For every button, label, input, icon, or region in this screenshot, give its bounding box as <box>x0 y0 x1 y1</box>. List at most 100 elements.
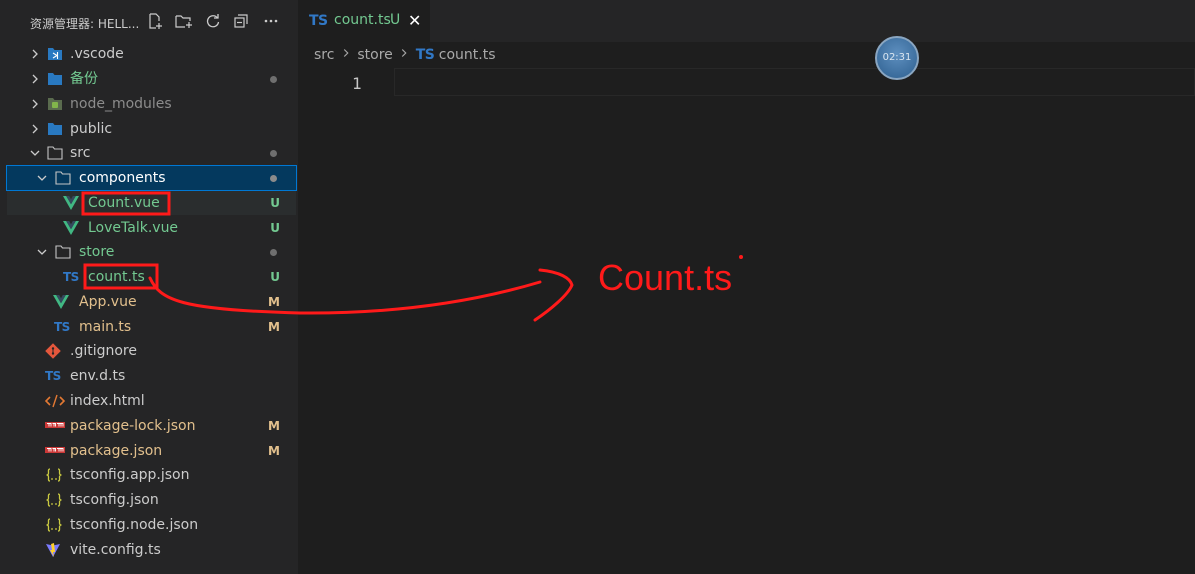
modified-dot <box>270 249 277 256</box>
breadcrumb-store[interactable]: store <box>357 47 392 63</box>
git-status-badge: U <box>270 270 280 284</box>
tree-item-label: components <box>79 170 166 186</box>
chevron-right-icon <box>397 46 411 64</box>
chevron-right-icon <box>339 46 353 64</box>
git-status-badge: U <box>270 196 280 210</box>
ts-icon: TS <box>54 320 70 334</box>
tree-item-label: env.d.ts <box>70 368 126 384</box>
tree-item-public[interactable]: public <box>7 117 296 141</box>
tree-item-src[interactable]: src <box>7 141 296 165</box>
npm-icon <box>45 418 65 434</box>
tree-item-count-vue[interactable]: Count.vue U <box>7 191 296 215</box>
explorer-header: 资源管理器: HELL... <box>0 0 298 42</box>
tree-item-env-d-ts[interactable]: TS env.d.ts <box>7 364 296 388</box>
tree-item-index-html[interactable]: index.html <box>7 389 296 413</box>
modified-dot <box>270 76 277 83</box>
tree-item-node-modules[interactable]: node_modules <box>7 92 296 116</box>
tree-item-label: .vscode <box>70 46 124 62</box>
modified-dot <box>270 175 277 182</box>
breadcrumb-file[interactable]: count.ts <box>439 47 496 63</box>
tree-item-tsconfig-app-json[interactable]: tsconfig.app.json <box>7 463 296 487</box>
tree-item-tsconfig-node-json[interactable]: tsconfig.node.json <box>7 513 296 537</box>
tree-item-count-ts[interactable]: TS count.ts U <box>7 265 296 289</box>
tree-item-package-lock-json[interactable]: package-lock.json M <box>7 414 296 438</box>
tree-item-label: vite.config.ts <box>70 542 161 558</box>
tab-git-status: U <box>390 12 401 28</box>
tree-item-backup[interactable]: 备份 <box>7 67 296 91</box>
git-status-badge: M <box>268 320 280 334</box>
git-status-badge: M <box>268 295 280 309</box>
line-number: 1 <box>352 74 362 93</box>
chevron-right-icon <box>32 49 38 59</box>
breadcrumb-src[interactable]: src <box>314 47 334 63</box>
vue-icon <box>53 294 69 310</box>
tree-item-package-json[interactable]: package.json M <box>7 439 296 463</box>
tree-item-label: LoveTalk.vue <box>88 220 179 236</box>
git-status-badge: M <box>268 444 280 458</box>
tree-item-lovetalk-vue[interactable]: LoveTalk.vue U <box>7 216 296 240</box>
vite-icon <box>45 542 61 558</box>
chevron-down-icon <box>37 175 47 181</box>
tree-item-vscode[interactable]: .vscode <box>7 42 296 66</box>
tree-item-label: store <box>79 244 115 260</box>
json-icon <box>45 467 63 483</box>
tree-item-vite-config-ts[interactable]: vite.config.ts <box>7 538 296 562</box>
json-icon <box>45 492 63 508</box>
tree-item-main-ts[interactable]: TS main.ts M <box>7 315 296 339</box>
npm-icon <box>45 443 65 459</box>
vscode-folder-icon <box>47 46 63 62</box>
floating-timer[interactable]: 02:31 <box>875 36 919 80</box>
tree-item-store[interactable]: store <box>7 240 296 264</box>
tree-item-label: node_modules <box>70 96 172 112</box>
git-status-badge: M <box>268 419 280 433</box>
explorer-title: 资源管理器: HELL... <box>30 17 140 31</box>
tree-item-label: 备份 <box>70 71 98 87</box>
new-file-icon[interactable] <box>145 11 165 31</box>
tree-item-label: .gitignore <box>70 343 137 359</box>
tree-item-app-vue[interactable]: App.vue M <box>7 290 296 314</box>
modified-dot <box>270 150 277 157</box>
tree-item-label: index.html <box>70 393 145 409</box>
editor-area: TS count.ts U ✕ src store TS count.ts 1 … <box>298 0 1195 574</box>
tree-item-label: main.ts <box>79 319 132 335</box>
refresh-icon[interactable] <box>203 11 223 31</box>
tab-bar: TS count.ts U ✕ <box>298 0 1195 42</box>
chevron-right-icon <box>32 124 38 134</box>
tree-item-label: public <box>70 121 113 137</box>
new-folder-icon[interactable] <box>174 11 194 31</box>
tree-item-label: package.json <box>70 443 163 459</box>
tree-item-label: count.ts <box>88 269 145 285</box>
tab-count-ts[interactable]: TS count.ts U ✕ <box>298 0 430 42</box>
ts-icon: TS <box>415 47 435 63</box>
chevron-right-icon <box>32 99 38 109</box>
tree-item-label: tsconfig.json <box>70 492 159 508</box>
folder-icon <box>47 71 63 87</box>
tab-label: count.ts <box>334 12 391 28</box>
folder-icon <box>47 121 63 137</box>
tree-item-tsconfig-json[interactable]: tsconfig.json <box>7 488 296 512</box>
html-icon <box>45 393 65 409</box>
chevron-down-icon <box>30 150 40 156</box>
current-line-highlight[interactable] <box>394 68 1195 96</box>
folder-open-icon <box>55 170 71 186</box>
tree-item-label: src <box>70 145 91 161</box>
ts-icon: TS <box>63 270 79 284</box>
annotation-label: Count.ts <box>598 257 733 298</box>
vue-icon <box>63 220 79 236</box>
git-icon <box>45 343 61 359</box>
tree-item-label: tsconfig.app.json <box>70 467 190 483</box>
tree-item-gitignore[interactable]: .gitignore <box>7 339 296 363</box>
folder-open-icon <box>47 145 63 161</box>
tree-item-label: App.vue <box>79 294 137 310</box>
tree-item-components[interactable]: components <box>6 165 297 191</box>
chevron-down-icon <box>37 249 47 255</box>
ts-icon: TS <box>45 369 61 383</box>
vue-icon <box>63 195 79 211</box>
ts-icon: TS <box>309 13 328 29</box>
chevron-right-icon <box>32 74 38 84</box>
tree-item-label: tsconfig.node.json <box>70 517 199 533</box>
close-icon[interactable]: ✕ <box>408 11 421 30</box>
collapse-all-icon[interactable] <box>231 11 251 31</box>
more-icon[interactable] <box>261 11 281 31</box>
explorer-sidebar: 资源管理器: HELL... .vscode 备份 node_modules p… <box>0 0 298 574</box>
